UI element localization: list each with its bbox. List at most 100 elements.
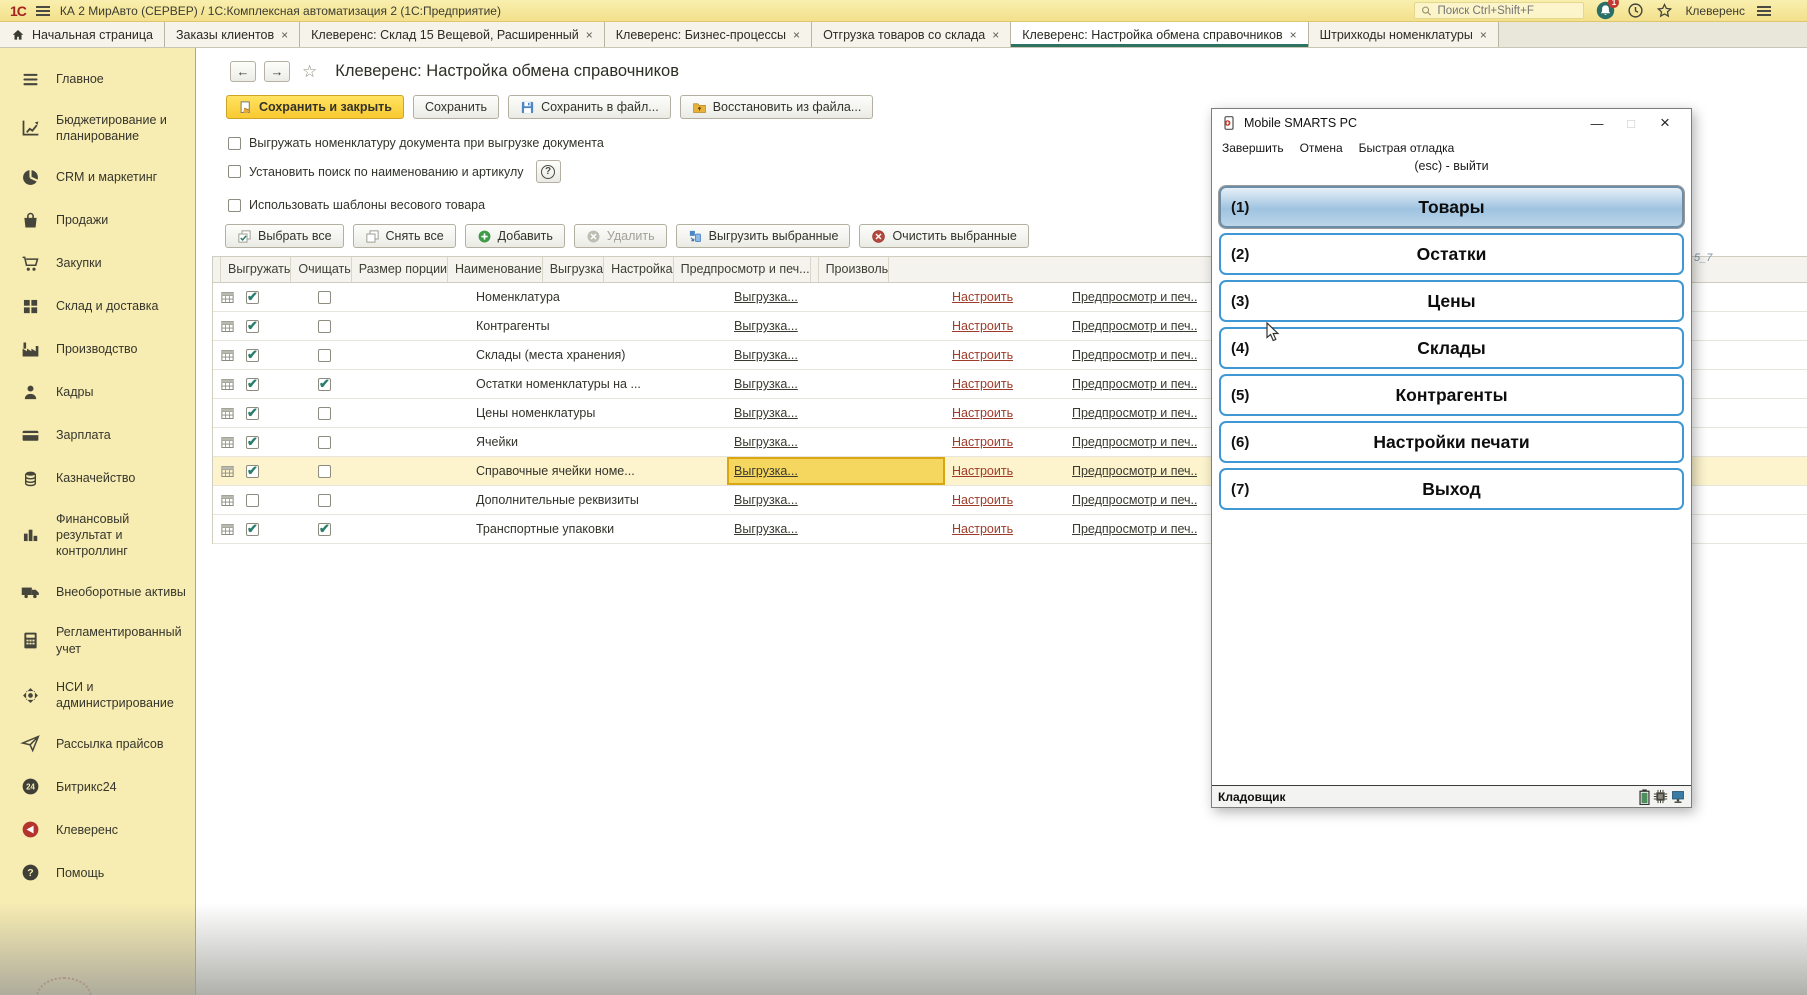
preview-print-link[interactable]: Предпросмотр и печ... xyxy=(1072,435,1197,449)
clear-checkbox[interactable] xyxy=(318,523,331,536)
clear-checkbox[interactable] xyxy=(318,465,331,478)
configure-link[interactable]: Настроить xyxy=(952,377,1013,391)
menu-cancel[interactable]: Отмена xyxy=(1300,141,1343,155)
configure-link[interactable]: Настроить xyxy=(952,522,1013,536)
sidebar-item[interactable]: Регламентированный учет xyxy=(0,613,195,668)
sidebar-item[interactable]: Закупки xyxy=(0,242,195,285)
save-to-file-button[interactable]: Сохранить в файл... xyxy=(508,95,671,119)
configure-link[interactable]: Настроить xyxy=(952,290,1013,304)
upload-link[interactable]: Выгрузка... xyxy=(734,319,798,333)
clear-checkbox[interactable] xyxy=(318,320,331,333)
user-menu-burger-icon[interactable] xyxy=(1757,6,1771,16)
tab[interactable]: Отгрузка товаров со склада xyxy=(812,22,1011,47)
column-header[interactable] xyxy=(811,257,819,282)
dialog-menu-button[interactable]: (5) Контрагенты xyxy=(1219,374,1684,416)
clear-checkbox[interactable] xyxy=(318,378,331,391)
unload-checkbox[interactable] xyxy=(246,436,259,449)
tab-close-icon[interactable] xyxy=(1480,28,1487,42)
preview-print-link[interactable]: Предпросмотр и печ... xyxy=(1072,319,1197,333)
unselect-all-button[interactable]: Снять все xyxy=(353,224,456,248)
tab[interactable]: Штрихкоды номенклатуры xyxy=(1309,22,1499,47)
tab-close-icon[interactable] xyxy=(586,28,593,42)
dialog-menu-button[interactable]: (6) Настройки печати xyxy=(1219,421,1684,463)
preview-print-link[interactable]: Предпросмотр и печ... xyxy=(1072,348,1197,362)
restore-from-file-button[interactable]: Восстановить из файла... xyxy=(680,95,874,119)
sidebar-item[interactable]: Казначейство xyxy=(0,457,195,500)
option-checkbox[interactable] xyxy=(228,137,241,150)
sidebar-item[interactable]: Битрикс24 xyxy=(0,765,195,808)
unload-checkbox[interactable] xyxy=(246,378,259,391)
upload-link[interactable]: Выгрузка... xyxy=(734,377,798,391)
sidebar-item[interactable]: Главное xyxy=(0,58,195,101)
sidebar-item[interactable]: НСИ и администрирование xyxy=(0,668,195,723)
sidebar-item[interactable]: Помощь xyxy=(0,851,195,894)
save-button[interactable]: Сохранить xyxy=(413,95,499,119)
preview-print-link[interactable]: Предпросмотр и печ... xyxy=(1072,290,1197,304)
sidebar-item[interactable]: Клеверенс xyxy=(0,808,195,851)
upload-link[interactable]: Выгрузка... xyxy=(734,406,798,420)
add-button[interactable]: Добавить xyxy=(465,224,565,248)
back-button[interactable]: ← xyxy=(230,61,256,82)
preview-print-link[interactable]: Предпросмотр и печ... xyxy=(1072,522,1197,536)
tab[interactable]: Клеверенс: Бизнес-процессы xyxy=(605,22,812,47)
unload-checkbox[interactable] xyxy=(246,407,259,420)
column-header[interactable]: Выгружать xyxy=(221,257,291,282)
menu-quick-debug[interactable]: Быстрая отладка xyxy=(1359,141,1455,155)
main-menu-burger-icon[interactable] xyxy=(36,6,50,16)
tab[interactable]: Заказы клиентов xyxy=(165,22,300,47)
upload-selected-button[interactable]: Выгрузить выбранные xyxy=(676,224,851,248)
search-input[interactable] xyxy=(1437,5,1577,17)
sidebar-item[interactable]: Кадры xyxy=(0,371,195,414)
help-button[interactable]: ? xyxy=(536,160,561,183)
unload-checkbox[interactable] xyxy=(246,291,259,304)
unload-checkbox[interactable] xyxy=(246,494,259,507)
sidebar-item[interactable]: Склад и доставка xyxy=(0,285,195,328)
dialog-menu-button[interactable]: (4) Склады xyxy=(1219,327,1684,369)
column-header[interactable]: Предпросмотр и печ... xyxy=(674,257,811,282)
column-header[interactable]: Произволь xyxy=(819,257,890,282)
sidebar-item[interactable]: CRM и маркетинг xyxy=(0,156,195,199)
unload-checkbox[interactable] xyxy=(246,523,259,536)
tab-close-icon[interactable] xyxy=(793,28,800,42)
save-and-close-button[interactable]: Сохранить и закрыть xyxy=(226,95,404,119)
tab-close-icon[interactable] xyxy=(1290,28,1297,42)
column-header[interactable]: Очищать xyxy=(291,257,351,282)
configure-link[interactable]: Настроить xyxy=(952,406,1013,420)
sidebar-item[interactable]: Финансовый результат и контроллинг xyxy=(0,500,195,571)
unload-checkbox[interactable] xyxy=(246,349,259,362)
sidebar-item[interactable]: Производство xyxy=(0,328,195,371)
configure-link[interactable]: Настроить xyxy=(952,464,1013,478)
favorite-star-icon[interactable]: ☆ xyxy=(302,62,317,82)
forward-button[interactable]: → xyxy=(264,61,290,82)
sidebar-item[interactable]: Зарплата xyxy=(0,414,195,457)
dialog-menu-button[interactable]: (3) Цены xyxy=(1219,280,1684,322)
column-header[interactable]: Наименование xyxy=(448,257,543,282)
preview-print-link[interactable]: Предпросмотр и печ... xyxy=(1072,406,1197,420)
current-user[interactable]: Клеверенс xyxy=(1685,4,1745,18)
clear-selected-button[interactable]: Очистить выбранные xyxy=(859,224,1028,248)
upload-link[interactable]: Выгрузка... xyxy=(734,493,798,507)
column-header[interactable]: Размер порции xyxy=(352,257,448,282)
column-header[interactable]: Настройка xyxy=(604,257,674,282)
sidebar-item[interactable]: Внеоборотные активы xyxy=(0,570,195,613)
dialog-menu-button[interactable]: (7) Выход xyxy=(1219,468,1684,510)
upload-link[interactable]: Выгрузка... xyxy=(734,290,798,304)
history-clock-icon[interactable] xyxy=(1627,2,1644,19)
upload-link[interactable]: Выгрузка... xyxy=(734,522,798,536)
option-checkbox[interactable] xyxy=(228,165,241,178)
delete-button[interactable]: Удалить xyxy=(574,224,667,248)
close-button[interactable]: × xyxy=(1648,113,1682,133)
preview-print-link[interactable]: Предпросмотр и печ... xyxy=(1072,377,1197,391)
dialog-titlebar[interactable]: Mobile SMARTS PC — □ × xyxy=(1212,109,1691,137)
tab-close-icon[interactable] xyxy=(992,28,999,42)
unload-checkbox[interactable] xyxy=(246,320,259,333)
dialog-menu-button[interactable]: (1) Товары xyxy=(1219,186,1684,228)
configure-link[interactable]: Настроить xyxy=(952,348,1013,362)
preview-print-link[interactable]: Предпросмотр и печ... xyxy=(1072,493,1197,507)
column-header[interactable]: Выгрузка xyxy=(543,257,604,282)
sidebar-item[interactable]: Бюджетирование и планирование xyxy=(0,101,195,156)
global-search[interactable] xyxy=(1414,2,1584,19)
tab[interactable]: Клеверенс: Настройка обмена справочников xyxy=(1011,22,1308,47)
clear-checkbox[interactable] xyxy=(318,436,331,449)
clear-checkbox[interactable] xyxy=(318,494,331,507)
